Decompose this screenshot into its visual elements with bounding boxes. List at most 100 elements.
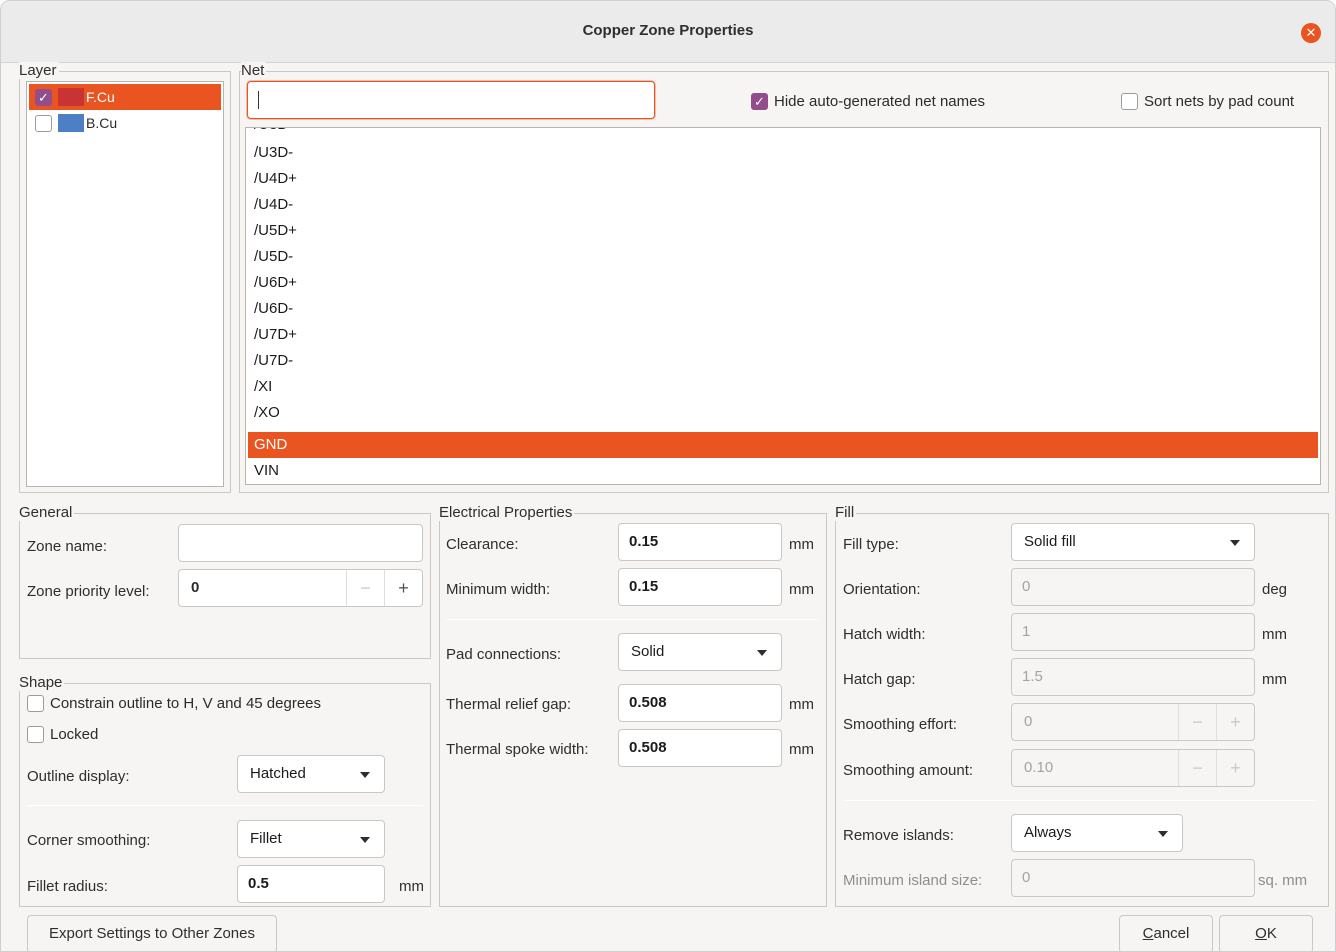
layer-bcu-checkbox[interactable] — [35, 114, 52, 132]
cancel-button[interactable]: Cancel — [1119, 915, 1213, 951]
hide-auto-net-names-checkbox[interactable]: ✓ — [751, 93, 768, 110]
fillet-radius-unit: mm — [399, 878, 424, 895]
sort-nets-option[interactable]: Sort nets by pad count — [1121, 93, 1294, 110]
hatch-gap-label: Hatch gap: — [843, 671, 916, 688]
clearance-input[interactable]: 0.15 — [618, 523, 782, 561]
zone-priority-value: 0 — [191, 579, 200, 596]
chevron-down-icon — [360, 837, 370, 843]
minimum-island-size-unit: sq. mm — [1258, 872, 1308, 889]
hatch-gap-unit: mm — [1262, 671, 1287, 688]
thermal-relief-gap-input[interactable]: 0.508 — [618, 684, 782, 722]
smoothing-effort-stepper[interactable]: 0 − + — [1011, 703, 1255, 741]
list-item[interactable]: /U3D- — [248, 140, 1318, 166]
cancel-label: ancel — [1153, 925, 1190, 942]
orientation-unit: deg — [1262, 581, 1288, 598]
layer-fcu-checkbox[interactable]: ✓ — [35, 88, 52, 106]
smoothing-amount-decrement-button[interactable]: − — [1178, 750, 1216, 786]
ok-label: K — [1266, 925, 1277, 942]
layer-fcu-label: F.Cu — [86, 89, 115, 105]
sort-nets-checkbox[interactable] — [1121, 93, 1138, 110]
pad-connections-select[interactable]: Solid — [618, 633, 782, 671]
layer-list[interactable]: ✓ F.Cu B.Cu — [26, 81, 224, 487]
zone-priority-decrement-button[interactable]: − — [346, 570, 384, 606]
list-item[interactable]: /XI — [248, 374, 1318, 400]
constrain-outline-option[interactable]: Constrain outline to H, V and 45 degrees — [27, 695, 321, 712]
pad-connections-value: Solid — [631, 643, 665, 660]
hide-auto-net-names-option[interactable]: ✓ Hide auto-generated net names — [751, 93, 985, 110]
smoothing-effort-label: Smoothing effort: — [843, 716, 957, 733]
net-list[interactable]: /U3D+ /U3D- /U4D+ /U4D- /U5D+ /U5D- /U6D… — [245, 127, 1321, 485]
outline-display-label: Outline display: — [27, 768, 130, 785]
thermal-spoke-width-unit: mm — [789, 741, 814, 758]
thermal-relief-gap-label: Thermal relief gap: — [446, 696, 572, 713]
hatch-width-input[interactable]: 1 — [1011, 613, 1255, 651]
zone-name-input[interactable] — [178, 524, 423, 562]
list-item[interactable]: /U4D- — [248, 192, 1318, 218]
minimum-island-size-label: Minimum island size: — [843, 872, 983, 889]
chevron-down-icon — [1158, 831, 1168, 837]
fillet-radius-input[interactable]: 0.5 — [237, 865, 385, 903]
text-caret — [258, 91, 259, 109]
list-item[interactable]: /U4D+ — [248, 166, 1318, 192]
locked-option[interactable]: Locked — [27, 726, 98, 743]
list-item[interactable]: /XO — [248, 400, 1318, 426]
pad-connections-label: Pad connections: — [446, 646, 562, 663]
list-item[interactable]: VIN — [248, 458, 1318, 484]
close-icon[interactable]: ✕ — [1301, 23, 1321, 43]
sort-nets-label: Sort nets by pad count — [1144, 93, 1295, 110]
zone-priority-increment-button[interactable]: + — [384, 570, 422, 606]
fill-type-select[interactable]: Solid fill — [1011, 523, 1255, 561]
export-settings-button[interactable]: Export Settings to Other Zones — [27, 915, 277, 951]
smoothing-effort-increment-button[interactable]: + — [1216, 704, 1254, 740]
ok-mnemonic: O — [1255, 925, 1267, 942]
ok-button[interactable]: OK — [1219, 915, 1313, 951]
layer-item-bcu[interactable]: B.Cu — [29, 110, 221, 136]
hatch-gap-input[interactable]: 1.5 — [1011, 658, 1255, 696]
fillet-radius-label: Fillet radius: — [27, 878, 108, 895]
orientation-input[interactable]: 0 — [1011, 568, 1255, 606]
smoothing-amount-value: 0.10 — [1024, 759, 1054, 776]
smoothing-effort-decrement-button[interactable]: − — [1178, 704, 1216, 740]
smoothing-amount-stepper[interactable]: 0.10 − + — [1011, 749, 1255, 787]
fill-type-value: Solid fill — [1024, 533, 1076, 550]
list-item[interactable]: /U5D- — [248, 244, 1318, 270]
layer-item-fcu[interactable]: ✓ F.Cu — [29, 84, 221, 110]
minimum-island-size-input[interactable]: 0 — [1011, 859, 1255, 897]
zone-priority-stepper[interactable]: 0 − + — [178, 569, 423, 607]
net-filter-input[interactable] — [247, 81, 655, 119]
general-group-label: General — [19, 504, 75, 521]
shape-group-label: Shape — [19, 674, 65, 691]
constrain-outline-checkbox[interactable] — [27, 695, 44, 712]
thermal-spoke-width-input[interactable]: 0.508 — [618, 729, 782, 767]
hide-auto-net-names-label: Hide auto-generated net names — [774, 93, 985, 110]
orientation-label: Orientation: — [843, 581, 921, 598]
list-item[interactable]: /U5D+ — [248, 218, 1318, 244]
corner-smoothing-select[interactable]: Fillet — [237, 820, 385, 858]
title-bar: Copper Zone Properties ✕ — [1, 1, 1335, 63]
layer-bcu-label: B.Cu — [86, 115, 118, 131]
list-item[interactable]: /U6D+ — [248, 270, 1318, 296]
hatch-width-unit: mm — [1262, 626, 1287, 643]
layer-bcu-color-swatch — [58, 114, 84, 132]
constrain-outline-label: Constrain outline to H, V and 45 degrees — [50, 695, 322, 712]
smoothing-amount-label: Smoothing amount: — [843, 762, 974, 779]
remove-islands-select[interactable]: Always — [1011, 814, 1183, 852]
minimum-width-input[interactable]: 0.15 — [618, 568, 782, 606]
outline-display-select[interactable]: Hatched — [237, 755, 385, 793]
list-item-selected[interactable]: GND — [248, 432, 1318, 458]
fill-type-label: Fill type: — [843, 536, 899, 553]
list-item[interactable]: /U6D- — [248, 296, 1318, 322]
locked-checkbox[interactable] — [27, 726, 44, 743]
smoothing-amount-increment-button[interactable]: + — [1216, 750, 1254, 786]
chevron-down-icon — [1230, 540, 1240, 546]
corner-smoothing-label: Corner smoothing: — [27, 832, 151, 849]
list-item[interactable]: /U7D- — [248, 348, 1318, 374]
net-group-label: Net — [241, 62, 267, 79]
thermal-relief-gap-unit: mm — [789, 696, 814, 713]
cancel-mnemonic: C — [1142, 925, 1154, 942]
list-item[interactable]: /U7D+ — [248, 322, 1318, 348]
clearance-unit: mm — [789, 536, 814, 553]
corner-smoothing-value: Fillet — [250, 830, 282, 847]
list-item[interactable]: /U3D+ — [248, 128, 1318, 138]
remove-islands-label: Remove islands: — [843, 827, 954, 844]
